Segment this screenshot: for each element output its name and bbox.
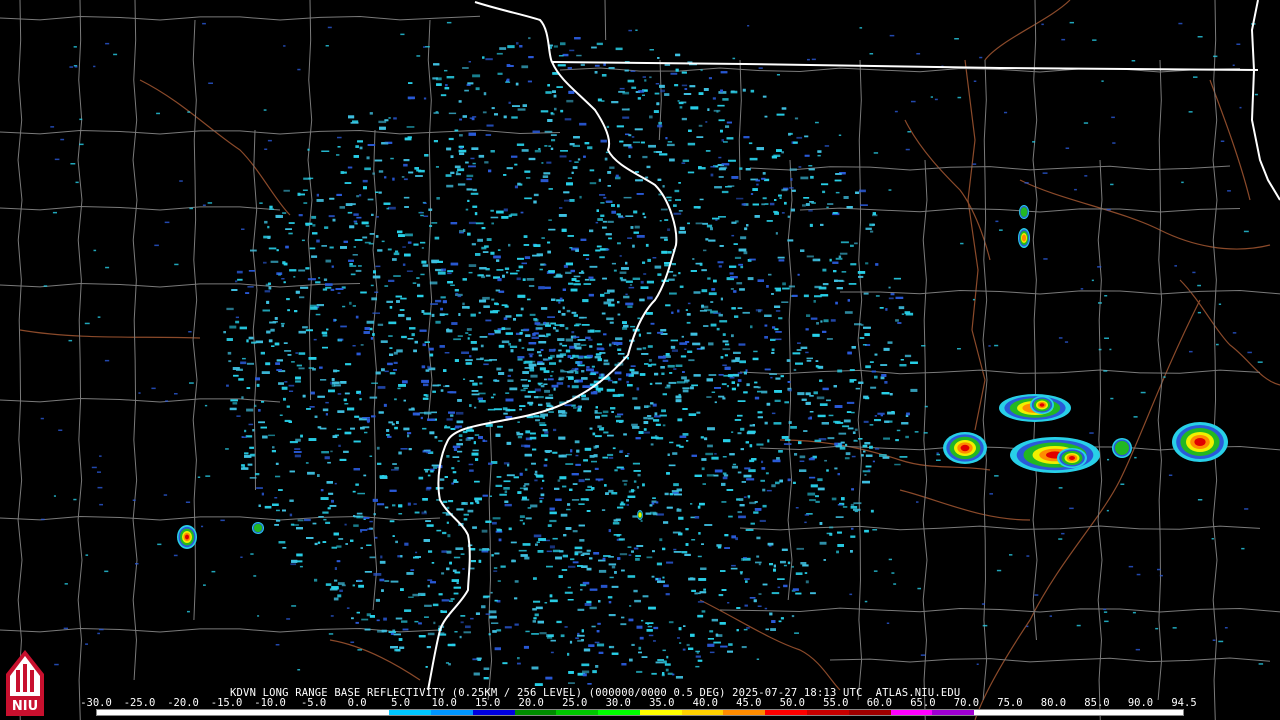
colorscale-label: 55.0	[823, 697, 849, 709]
colorscale-label: -30.0	[80, 697, 112, 709]
colorscale-label: -20.0	[167, 697, 199, 709]
colorscale-swatch	[1141, 710, 1183, 715]
colorscale-label: 40.0	[692, 697, 718, 709]
colorscale-label: 10.0	[431, 697, 457, 709]
colorscale-label: 30.0	[605, 697, 631, 709]
colorscale-swatch	[890, 710, 933, 715]
radar-map	[0, 0, 1280, 720]
colorscale-label: 45.0	[736, 697, 762, 709]
logo-text: NIU	[12, 699, 38, 714]
colorscale-label: 20.0	[518, 697, 544, 709]
colorscale-bar	[96, 709, 1184, 716]
colorscale-label: 60.0	[866, 697, 893, 709]
colorscale-label: 75.0	[997, 697, 1023, 709]
colorscale-swatch	[1015, 710, 1058, 715]
colorscale-label: 5.0	[391, 697, 411, 709]
colorscale-label: 70.0	[953, 697, 980, 709]
colorscale-label: -15.0	[210, 697, 243, 709]
colorscale-labels: -30.0 -25.0 -20.0 -15.0 -10.0 -5.0 0.0 5.0 10.0 1…	[80, 697, 1197, 709]
colorscale-swatch	[556, 710, 599, 715]
colorscale-label: -10.0	[254, 697, 286, 709]
colorscale-label: 0.0	[347, 697, 367, 709]
colorscale-label: 80.0	[1040, 697, 1067, 709]
colorscale-label: 35.0	[649, 697, 675, 709]
colorscale-swatch	[305, 710, 348, 715]
colorscale-swatch	[347, 710, 390, 715]
colorscale-swatch	[681, 710, 724, 715]
colorscale-label: 65.0	[910, 697, 936, 709]
colorscale-swatch	[598, 710, 640, 715]
colorscale-swatch	[723, 710, 766, 715]
colorscale-swatch	[222, 710, 265, 715]
colorscale-swatch	[848, 710, 891, 715]
colorscale-swatch	[932, 710, 975, 715]
colorscale-swatch	[1057, 710, 1100, 715]
colorscale-swatch	[431, 710, 473, 715]
colorscale-swatch	[138, 710, 181, 715]
colorscale-label: 90.0	[1127, 697, 1154, 709]
colorscale-swatch	[974, 710, 1016, 715]
colorscale-swatch	[639, 710, 682, 715]
colorscale-label: -5.0	[300, 697, 327, 709]
colorscale-swatch	[472, 710, 515, 715]
colorscale-label: 85.0	[1084, 697, 1110, 709]
colorscale-swatch	[97, 710, 139, 715]
colorscale-label: 50.0	[779, 697, 805, 709]
colorscale-label: -25.0	[123, 697, 156, 709]
colorscale-swatch	[180, 710, 223, 715]
niu-logo: NIU	[6, 650, 44, 716]
colorscale-swatch	[1099, 710, 1142, 715]
colorscale-swatch	[807, 710, 849, 715]
colorscale-swatch	[514, 710, 557, 715]
colorscale-swatch	[389, 710, 432, 715]
colorscale-swatch	[765, 710, 808, 715]
colorscale-label: 94.5	[1171, 697, 1197, 709]
colorscale-label: 25.0	[562, 697, 588, 709]
colorscale-swatch	[264, 710, 306, 715]
colorscale-label: 15.0	[475, 697, 501, 709]
